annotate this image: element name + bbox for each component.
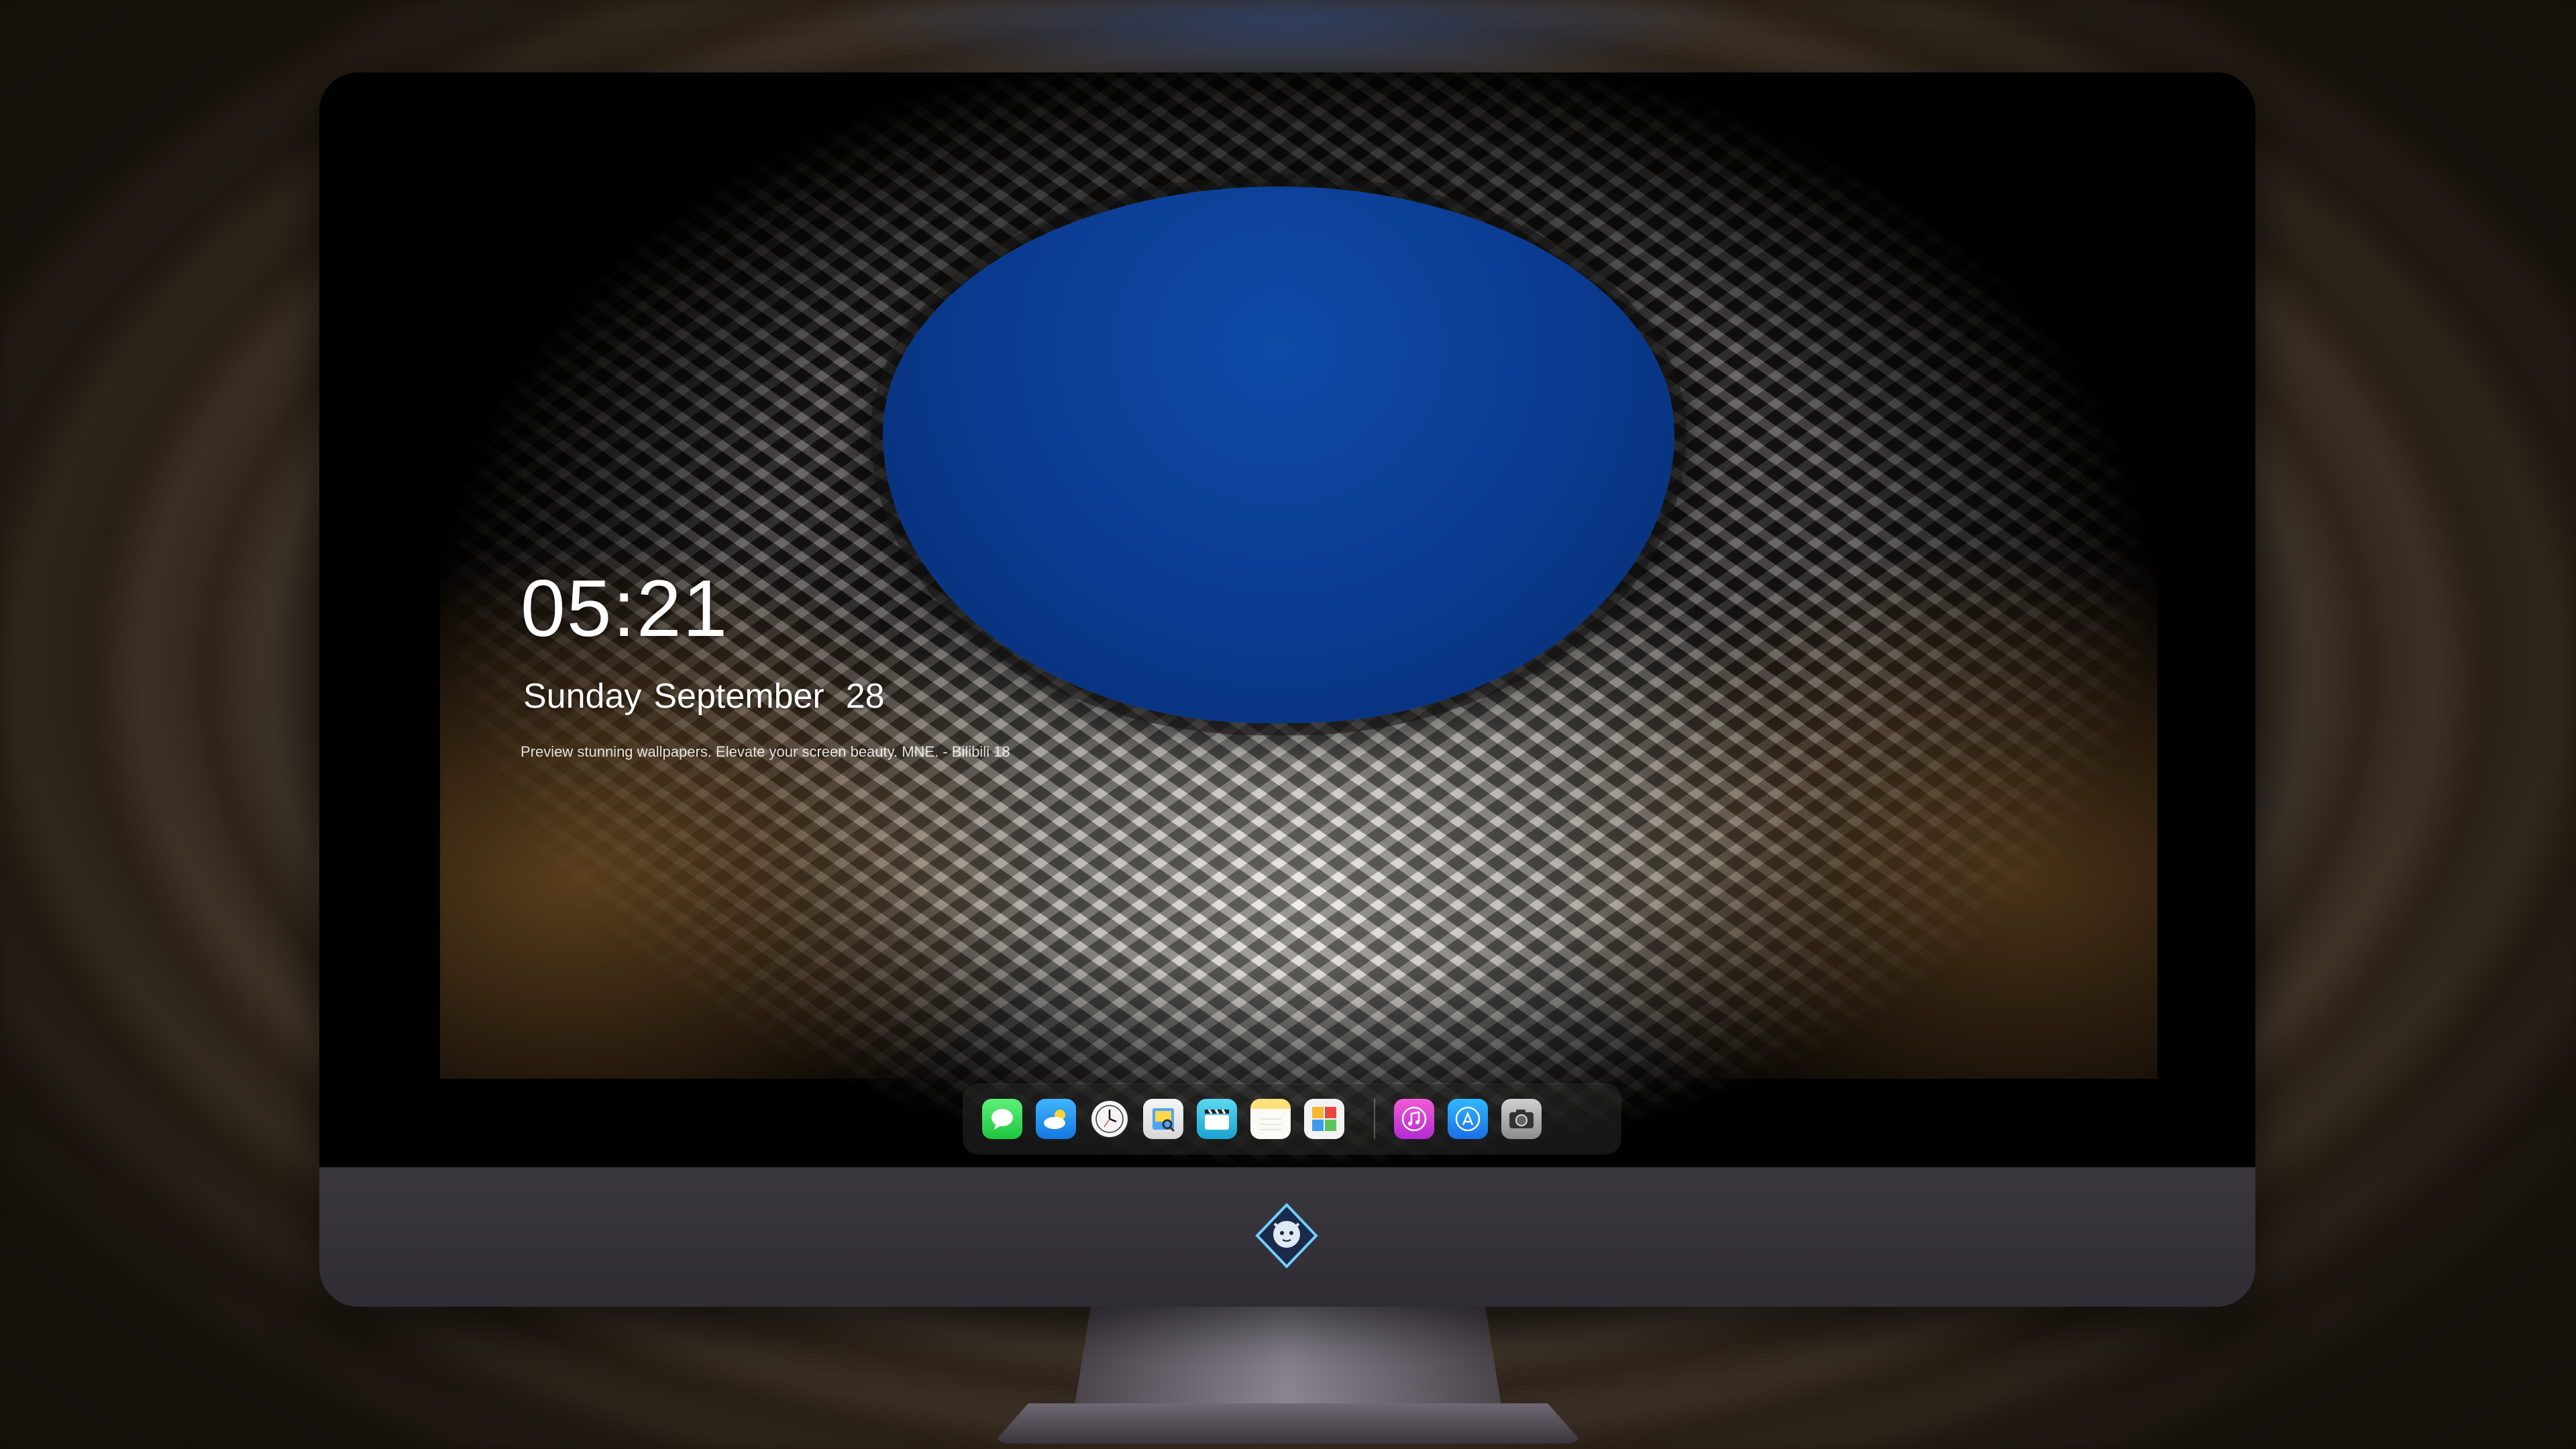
clock-icon[interactable] (1089, 1099, 1130, 1139)
app-store-icon[interactable] (1448, 1099, 1488, 1139)
clips-icon[interactable] (1197, 1099, 1237, 1139)
photos-icon[interactable] (1304, 1099, 1344, 1139)
lock-weekday: Sunday (523, 677, 642, 716)
lock-screen[interactable]: 05:21 Sunday September 28 Preview stunning… (319, 72, 2255, 1167)
lock-clock: 05:21 (521, 564, 729, 653)
preview-icon[interactable] (1143, 1099, 1183, 1139)
monitor-stand-neck (1073, 1307, 1503, 1414)
dock (963, 1084, 1621, 1154)
monitor: 05:21 Sunday September 28 Preview stunning… (319, 72, 2255, 1307)
lock-month: September (653, 677, 824, 716)
notes-icon[interactable] (1250, 1099, 1291, 1139)
dock-separator (1374, 1099, 1375, 1139)
brand-logo-icon (1253, 1202, 1320, 1269)
weather-icon[interactable] (1036, 1099, 1076, 1139)
wallpaper-caption: Preview stunning wallpapers. Elevate you… (521, 743, 1010, 760)
music-icon[interactable] (1394, 1099, 1434, 1139)
camera-icon[interactable] (1501, 1099, 1542, 1139)
lock-day: 28 (845, 677, 885, 716)
lock-date: Sunday September 28 (523, 676, 897, 716)
monitor-chin (319, 1167, 2255, 1307)
monitor-stand-base (993, 1403, 1583, 1444)
messages-icon[interactable] (982, 1099, 1022, 1139)
wallpaper-sky (883, 186, 1674, 723)
